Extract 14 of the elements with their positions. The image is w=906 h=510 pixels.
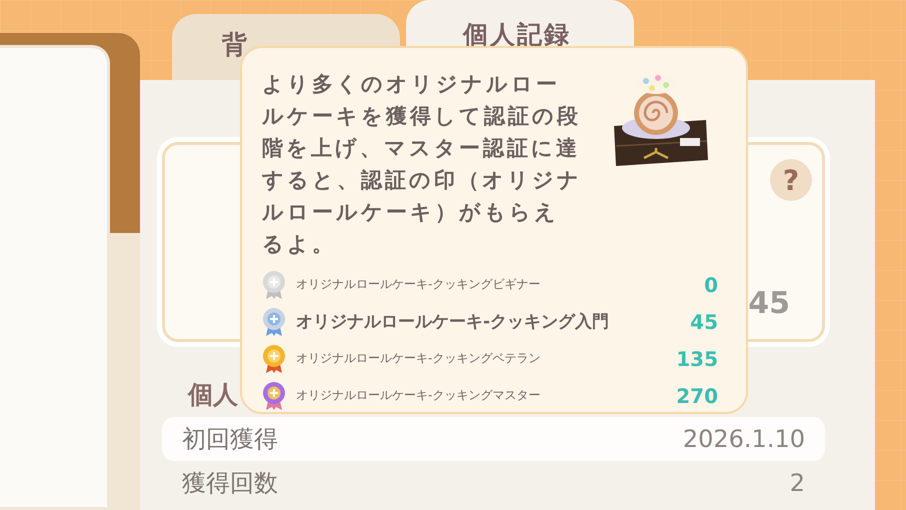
record-value: 2	[790, 469, 805, 497]
medal-count: 45	[689, 310, 718, 334]
medal-name: オリジナルロールケーキ-クッキングビギナー	[296, 276, 542, 293]
medal-count: 0	[703, 272, 718, 296]
record-label: 初回獲得	[182, 424, 278, 455]
medal-count: 270	[675, 384, 718, 408]
medal-name: オリジナルロールケーキ-クッキングベテラン	[296, 350, 542, 367]
count-value: 45	[748, 286, 791, 321]
medal-name: オリジナルロールケーキ-クッキング入門	[296, 311, 610, 333]
record-label: 獲得回数	[182, 468, 278, 499]
medal-count: 135	[675, 346, 718, 370]
section-title: 個人	[188, 379, 238, 411]
record-value: 2026.1.10	[682, 425, 805, 453]
medal-name: オリジナルロールケーキ-クッキングマスター	[296, 387, 542, 404]
